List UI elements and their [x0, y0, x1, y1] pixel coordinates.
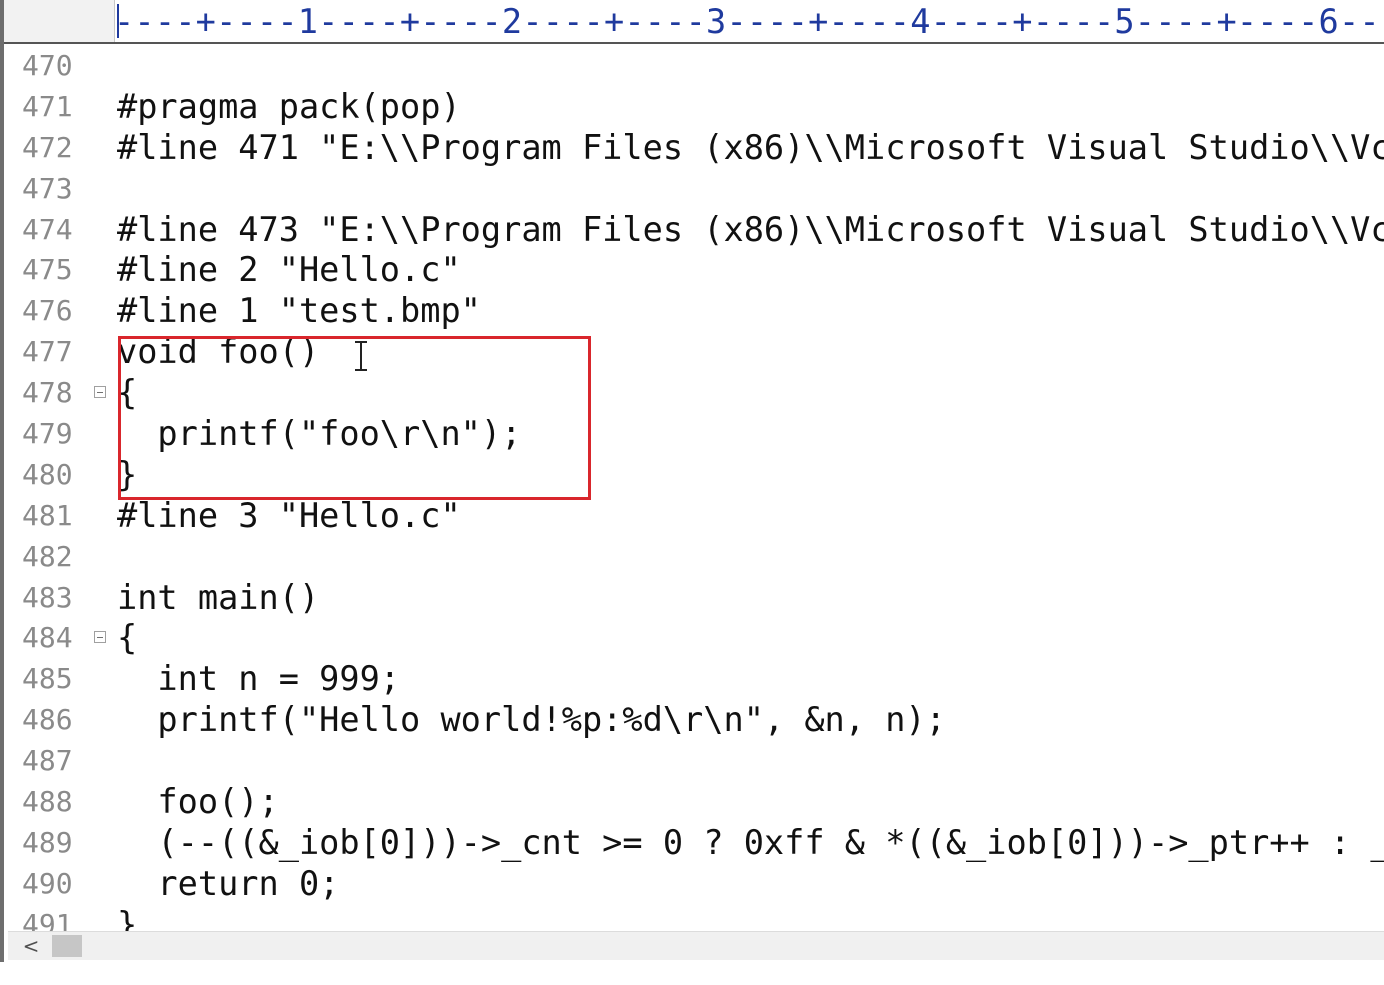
line-number: 475	[22, 253, 73, 287]
line-number: 479	[22, 417, 73, 451]
line-text[interactable]: printf("Hello world!%p:%d\r\n", &n, n);	[117, 700, 945, 741]
code-editor[interactable]: ----+----1----+----2----+----3----+----4…	[0, 0, 1384, 962]
line-text[interactable]: int n = 999;	[117, 659, 400, 700]
code-line[interactable]: 480 }	[4, 455, 1384, 496]
line-number: 472	[22, 130, 73, 164]
column-ruler: ----+----1----+----2----+----3----+----4…	[4, 0, 1384, 44]
code-lines[interactable]: 470 471 #pragma pack(pop) 472 #line 471 …	[4, 46, 1384, 946]
code-line[interactable]: 485 int n = 999;	[4, 659, 1384, 700]
horizontal-scrollbar[interactable]: <	[8, 931, 1384, 960]
line-number: 484	[22, 621, 73, 655]
scrollbar-thumb[interactable]	[52, 935, 82, 957]
line-text[interactable]: #line 473 "E:\\Program Files (x86)\\Micr…	[117, 210, 1384, 251]
line-number: 486	[22, 703, 73, 737]
text-cursor-icon	[355, 341, 367, 371]
code-line[interactable]: 476 #line 1 "test.bmp"	[4, 291, 1384, 332]
line-number: 485	[22, 662, 73, 696]
line-text[interactable]: #line 2 "Hello.c"	[117, 250, 461, 291]
code-line[interactable]: 490 return 0;	[4, 864, 1384, 905]
code-line[interactable]: 477 void foo()	[4, 332, 1384, 373]
line-number: 483	[22, 580, 73, 614]
collapse-icon[interactable]	[94, 386, 106, 399]
window-bottom-edge	[0, 962, 1384, 985]
line-number: 490	[22, 866, 73, 900]
code-line[interactable]: 474 #line 473 "E:\\Program Files (x86)\\…	[4, 210, 1384, 251]
line-text[interactable]: #line 1 "test.bmp"	[117, 291, 481, 332]
code-line[interactable]: 478 {	[4, 373, 1384, 414]
line-text[interactable]: #line 3 "Hello.c"	[117, 496, 461, 537]
line-number: 471	[22, 89, 73, 123]
line-text[interactable]: }	[117, 455, 137, 496]
line-number: 476	[22, 294, 73, 328]
line-text[interactable]: printf("foo\r\n");	[117, 414, 521, 455]
code-line[interactable]: 473	[4, 169, 1384, 210]
line-text[interactable]: {	[117, 618, 137, 659]
code-line[interactable]: 484 {	[4, 618, 1384, 659]
line-number: 489	[22, 825, 73, 859]
line-number: 477	[22, 335, 73, 369]
code-line[interactable]: 483 int main()	[4, 578, 1384, 619]
collapse-icon[interactable]	[94, 631, 106, 644]
code-line[interactable]: 489 (--((&_iob[0]))->_cnt >= 0 ? 0xff & …	[4, 823, 1384, 864]
line-number: 473	[22, 171, 73, 205]
ruler-gutter	[4, 0, 115, 42]
code-line[interactable]: 475 #line 2 "Hello.c"	[4, 250, 1384, 291]
line-number: 478	[22, 376, 73, 410]
code-line[interactable]: 487	[4, 741, 1384, 782]
line-text[interactable]: #line 471 "E:\\Program Files (x86)\\Micr…	[117, 128, 1384, 169]
ruler-text: ----+----1----+----2----+----3----+----4…	[114, 2, 1384, 41]
scroll-left-arrow-icon[interactable]: <	[14, 932, 48, 960]
code-line[interactable]: 479 printf("foo\r\n");	[4, 414, 1384, 455]
line-number: 470	[22, 49, 73, 82]
line-text[interactable]: void foo()	[117, 332, 319, 373]
line-text[interactable]: return 0;	[117, 864, 339, 905]
code-line[interactable]: 482	[4, 537, 1384, 578]
code-line[interactable]: 488 foo();	[4, 782, 1384, 823]
line-number: 488	[22, 785, 73, 819]
line-text[interactable]: int main()	[117, 578, 319, 619]
line-number: 482	[22, 539, 73, 573]
code-line[interactable]: 470	[4, 46, 1384, 87]
line-text[interactable]: (--((&_iob[0]))->_cnt >= 0 ? 0xff & *((&…	[117, 823, 1384, 864]
line-text[interactable]: #pragma pack(pop)	[117, 87, 461, 128]
line-number: 487	[22, 744, 73, 778]
line-number: 481	[22, 498, 73, 532]
line-text[interactable]: foo();	[117, 782, 278, 823]
code-line[interactable]: 471 #pragma pack(pop)	[4, 87, 1384, 128]
code-line[interactable]: 472 #line 471 "E:\\Program Files (x86)\\…	[4, 128, 1384, 169]
line-text[interactable]: {	[117, 373, 137, 414]
line-number: 480	[22, 457, 73, 491]
code-line[interactable]: 486 printf("Hello world!%p:%d\r\n", &n, …	[4, 700, 1384, 741]
code-line[interactable]: 481 #line 3 "Hello.c"	[4, 496, 1384, 537]
line-number: 474	[22, 212, 73, 246]
